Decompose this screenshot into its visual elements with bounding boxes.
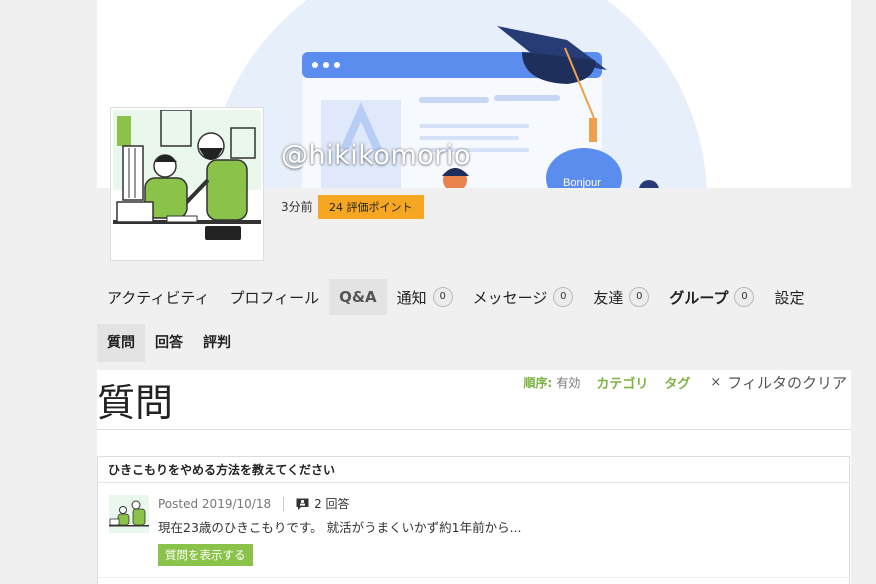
last-active-time: 3分前 (281, 200, 313, 214)
clear-filters-link[interactable]: × フィルタのクリア (710, 372, 847, 393)
questions-content: 質問 順序: 有効 カテゴリ タグ × フィルタのクリア ひきこもりをやめる方法… (97, 370, 851, 584)
posted-date: Posted 2019/10/18 (158, 496, 272, 511)
subnav-item-answers[interactable]: 回答 (145, 324, 193, 362)
qa-subnav: 質問 回答 評判 (97, 324, 241, 362)
reputation-points-badge: 24 評価ポイント (318, 195, 424, 219)
cover-caption: Bonjour (563, 177, 601, 188)
friends-count-badge: 0 (629, 287, 650, 307)
tag-filter-link[interactable]: タグ (664, 373, 690, 392)
avatar[interactable] (111, 108, 263, 260)
nav-item-label: アクティビティ (107, 288, 210, 307)
profile-nav: アクティビティ プロフィール Q&A 通知 0 メッセージ 0 友達 0 グループ 0 … (97, 279, 814, 315)
question-excerpt: 現在23歳のひきこもりです。 就活がうまくいかず約1年前から... (158, 520, 522, 535)
nav-item-label: プロフィール (229, 288, 320, 307)
title-divider (97, 429, 851, 430)
nav-item-label: グループ (669, 288, 729, 307)
page-title: 質問 (97, 381, 174, 425)
item-divider (98, 577, 851, 578)
question-title[interactable]: ひきこもりをやめる方法を教えてください (98, 457, 849, 483)
sort-order-label: 順序: (523, 376, 553, 390)
nav-item-settings[interactable]: 設定 (764, 279, 814, 315)
nav-item-friends[interactable]: 友達 0 (583, 279, 659, 315)
nav-item-label: メッセージ (472, 288, 548, 307)
nav-item-notifications[interactable]: 通知 0 (387, 279, 463, 315)
sort-order-value[interactable]: 有効 (556, 374, 580, 391)
messages-count-badge: 0 (553, 287, 574, 307)
nav-item-messages[interactable]: メッセージ 0 (463, 279, 584, 315)
nav-item-label: Q&A (339, 288, 377, 306)
notifications-count-badge: 0 (432, 287, 453, 307)
meta-divider (283, 496, 285, 511)
author-avatar-image (109, 495, 149, 533)
nav-item-qa[interactable]: Q&A (329, 279, 387, 315)
close-icon: × (710, 375, 722, 390)
nav-item-label: 通知 (396, 288, 427, 307)
username: @hikikomorio (281, 140, 471, 171)
clear-filters-label: フィルタのクリア (727, 374, 847, 392)
subnav-item-reputation[interactable]: 評判 (193, 324, 241, 362)
profile-page: Bonjour @hikikomorio 3分前 24 評価ポイント アクティビ… (97, 0, 851, 584)
nav-item-activity[interactable]: アクティビティ (97, 279, 219, 315)
subnav-item-questions[interactable]: 質問 (97, 324, 145, 362)
answer-count: 2 回答 (296, 495, 350, 512)
nav-item-label: 友達 (593, 288, 624, 307)
groups-count-badge: 0 (734, 287, 755, 307)
question-item: ひきこもりをやめる方法を教えてください Posted 2019/10/18 2 … (97, 456, 851, 584)
answer-count-label: 2 回答 (314, 497, 350, 511)
answers-icon (296, 498, 309, 510)
nav-item-profile[interactable]: プロフィール (219, 279, 329, 315)
question-meta: Posted 2019/10/18 2 回答 (158, 495, 350, 512)
filter-bar: 順序: 有効 カテゴリ タグ × フィルタのクリア (524, 372, 847, 393)
author-avatar[interactable] (109, 495, 149, 533)
nav-item-label: 設定 (774, 288, 805, 307)
avatar-illustration (113, 110, 261, 258)
category-filter-link[interactable]: カテゴリ (596, 373, 648, 392)
nav-item-groups[interactable]: グループ 0 (659, 279, 764, 315)
view-question-button[interactable]: 質問を表示する (158, 544, 253, 566)
